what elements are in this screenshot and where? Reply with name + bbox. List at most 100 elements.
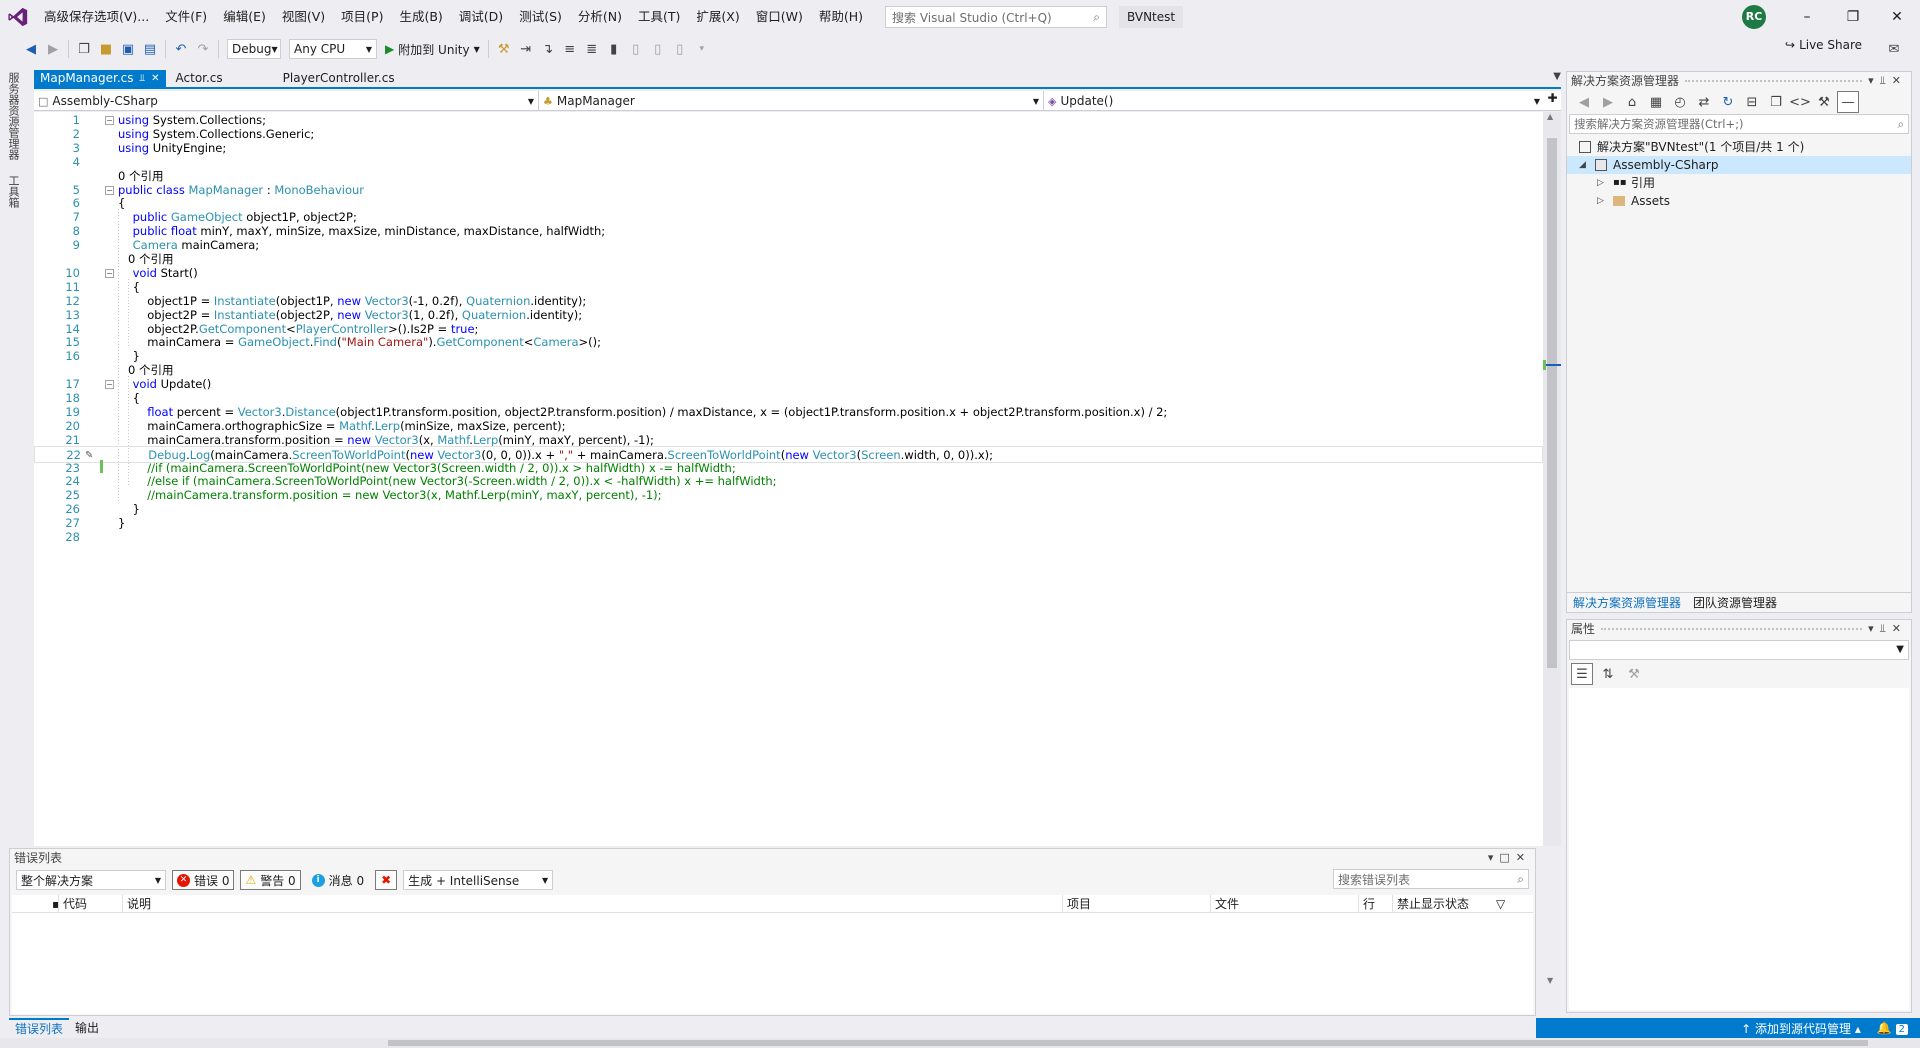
menu-item-1[interactable]: 文件(F) bbox=[157, 0, 215, 34]
clear-filter-icon[interactable]: ✖ bbox=[375, 870, 398, 890]
tree-item-assets[interactable]: ▷ Assets bbox=[1567, 192, 1911, 210]
properties-object-select[interactable]: ▼ bbox=[1569, 640, 1909, 660]
tree-item-solution[interactable]: 解决方案"BVNtest"(1 个项目/共 1 个) bbox=[1567, 138, 1911, 156]
warnings-filter-toggle[interactable]: ⚠ 警告 0 bbox=[240, 870, 301, 890]
column-file[interactable]: 文件 bbox=[1210, 895, 1239, 913]
dropdown-icon[interactable]: ▾ bbox=[1868, 622, 1880, 635]
collapse-region-icon[interactable]: − bbox=[105, 268, 114, 278]
menu-item-5[interactable]: 生成(B) bbox=[391, 0, 450, 34]
column-line[interactable]: 行 bbox=[1358, 895, 1375, 913]
collapse-region-icon[interactable]: − bbox=[105, 185, 114, 195]
scroll-down-arrow-icon[interactable]: ▼ bbox=[1547, 976, 1553, 985]
view-code-icon[interactable]: <> bbox=[1789, 91, 1811, 113]
tab-actor[interactable]: Actor.cs bbox=[170, 70, 229, 87]
attach-to-unity-button[interactable]: ▶ 附加到 Unity ▼ bbox=[381, 38, 484, 60]
save-icon[interactable]: ▣ bbox=[117, 38, 139, 60]
menu-item-8[interactable]: 分析(N) bbox=[570, 0, 630, 34]
menu-item-2[interactable]: 编辑(E) bbox=[215, 0, 274, 34]
messages-filter-toggle[interactable]: i 消息 0 bbox=[307, 870, 369, 890]
properties-wrench-icon[interactable]: ⚒ bbox=[1813, 91, 1835, 113]
errors-filter-toggle[interactable]: ✕ 错误 0 bbox=[172, 870, 235, 890]
notifications-button[interactable]: 🔔 2 bbox=[1877, 1021, 1908, 1035]
code-line[interactable]: 28 bbox=[34, 529, 1543, 546]
scroll-up-arrow-icon[interactable]: ▲ bbox=[1547, 112, 1553, 121]
menu-item-4[interactable]: 项目(P) bbox=[333, 0, 391, 34]
scrollbar-thumb[interactable] bbox=[388, 1040, 1868, 1046]
preview-selected-icon[interactable]: — bbox=[1837, 91, 1859, 113]
previous-bookmark-icon[interactable]: ▯ bbox=[625, 38, 647, 60]
collapse-region-icon[interactable]: − bbox=[105, 380, 114, 390]
collapsed-arrow-icon[interactable]: ▷ bbox=[1597, 174, 1604, 192]
tab-team-explorer[interactable]: 团队资源管理器 bbox=[1687, 593, 1783, 612]
tree-item-assembly-csharp[interactable]: ◢ Assembly-CSharp bbox=[1567, 156, 1911, 174]
collapsed-arrow-icon[interactable]: ▷ bbox=[1597, 192, 1604, 210]
outdent-icon[interactable]: ≣ bbox=[581, 38, 603, 60]
maximize-icon[interactable]: □ bbox=[1499, 851, 1515, 864]
tab-playercontroller[interactable]: PlayerController.cs bbox=[277, 70, 401, 87]
feedback-icon[interactable]: ✉ bbox=[1883, 38, 1905, 60]
new-project-icon[interactable]: ❐ bbox=[73, 38, 95, 60]
menu-item-9[interactable]: 工具(T) bbox=[630, 0, 688, 34]
member-dropdown[interactable]: ◈ Update() ▼ bbox=[1044, 91, 1544, 111]
solution-explorer-search-input[interactable]: 搜索解决方案资源管理器(Ctrl+;) ⌕ bbox=[1569, 114, 1909, 134]
next-bookmark-icon[interactable]: ▯ bbox=[647, 38, 669, 60]
home-icon[interactable]: ⌂ bbox=[1621, 91, 1643, 113]
editor-vertical-scrollbar[interactable]: ▲ ▼ bbox=[1543, 112, 1561, 985]
column-project[interactable]: 项目 bbox=[1062, 895, 1091, 913]
dropdown-icon[interactable]: ▾ bbox=[1488, 851, 1500, 864]
menu-item-0[interactable]: 高级保存选项(V)... bbox=[36, 0, 157, 34]
minimize-button[interactable]: – bbox=[1784, 0, 1830, 34]
expanded-arrow-icon[interactable]: ◢ bbox=[1579, 156, 1586, 174]
column-code[interactable]: 代码 bbox=[58, 895, 87, 913]
title-drag-handle[interactable] bbox=[1685, 72, 1863, 82]
close-window-button[interactable]: ✕ bbox=[1874, 0, 1920, 34]
column-suppression[interactable]: 禁止显示状态 bbox=[1392, 895, 1469, 913]
back-icon[interactable]: ◀ bbox=[1573, 91, 1595, 113]
switch-views-icon[interactable]: ▦ bbox=[1645, 91, 1667, 113]
error-scope-select[interactable]: 整个解决方案 ▼ bbox=[16, 870, 166, 890]
build-filter-select[interactable]: 生成 + IntelliSense ▼ bbox=[403, 870, 554, 890]
vs-search-input[interactable]: 搜索 Visual Studio (Ctrl+Q) ⌕ bbox=[885, 6, 1107, 28]
tab-overflow-icon[interactable]: ▼ bbox=[1553, 71, 1561, 82]
project-dropdown[interactable]: □ Assembly-CSharp ▼ bbox=[34, 91, 539, 111]
scrollbar-thumb[interactable] bbox=[1547, 138, 1557, 668]
restore-button[interactable]: ❐ bbox=[1830, 0, 1876, 34]
show-all-files-icon[interactable]: ❐ bbox=[1765, 91, 1787, 113]
save-all-icon[interactable]: ▤ bbox=[139, 38, 161, 60]
window-horizontal-scrollbar[interactable] bbox=[0, 1038, 1920, 1048]
user-avatar[interactable]: RC bbox=[1742, 5, 1766, 29]
refresh-icon[interactable]: ↻ bbox=[1717, 91, 1739, 113]
tab-solution-explorer[interactable]: 解决方案资源管理器 bbox=[1567, 593, 1687, 612]
navigate-forward-icon[interactable]: ▶ bbox=[42, 38, 64, 60]
split-editor-icon[interactable]: ✚ bbox=[1544, 91, 1561, 110]
pin-icon[interactable]: ⫫ bbox=[1880, 622, 1892, 635]
column-description[interactable]: 说明 bbox=[122, 895, 151, 913]
collapse-region-icon[interactable]: − bbox=[105, 116, 114, 125]
collapse-all-icon[interactable]: ⊟ bbox=[1741, 91, 1763, 113]
pin-icon[interactable]: ⫫ bbox=[140, 70, 146, 87]
categorized-icon[interactable]: ☰ bbox=[1571, 663, 1593, 685]
pending-changes-icon[interactable]: ◴ bbox=[1669, 91, 1691, 113]
tab-error-list[interactable]: 错误列表 bbox=[9, 1018, 70, 1038]
close-icon[interactable]: ✕ bbox=[1892, 74, 1907, 87]
add-to-source-control-button[interactable]: ↑ 添加到源代码管理 ▴ bbox=[1741, 1020, 1861, 1037]
bookmark-icon[interactable]: ▮ bbox=[603, 38, 625, 60]
code-editor[interactable]: 1− using System.Collections; 2 using System… bbox=[34, 112, 1543, 846]
toolbox-tab[interactable]: 工具箱 bbox=[0, 166, 27, 216]
menu-item-7[interactable]: 测试(S) bbox=[511, 0, 570, 34]
live-share-button[interactable]: ↪ Live Share bbox=[1785, 38, 1862, 52]
tab-output[interactable]: 输出 bbox=[69, 1018, 105, 1038]
tab-mapmanager[interactable]: MapManager.cs ⫫ ✕ bbox=[34, 70, 166, 87]
class-dropdown[interactable]: ♣ MapManager ▼ bbox=[539, 91, 1044, 111]
error-list-search-input[interactable]: 搜索错误列表 ⌕ bbox=[1333, 869, 1529, 889]
close-icon[interactable]: ✕ bbox=[151, 70, 159, 87]
step-over-icon[interactable]: ↴ bbox=[537, 38, 559, 60]
forward-icon[interactable]: ▶ bbox=[1597, 91, 1619, 113]
close-icon[interactable]: ✕ bbox=[1892, 622, 1907, 635]
title-drag-handle[interactable] bbox=[1601, 620, 1863, 630]
redo-icon[interactable]: ↷ bbox=[192, 38, 214, 60]
server-explorer-tab[interactable]: 服务器资源管理器 bbox=[0, 66, 27, 166]
navigate-back-icon[interactable]: ◀ bbox=[20, 38, 42, 60]
tree-item-references[interactable]: ▷ ▪▪ 引用 bbox=[1567, 174, 1911, 192]
property-pages-wrench-icon[interactable]: ⚒ bbox=[1623, 663, 1645, 685]
